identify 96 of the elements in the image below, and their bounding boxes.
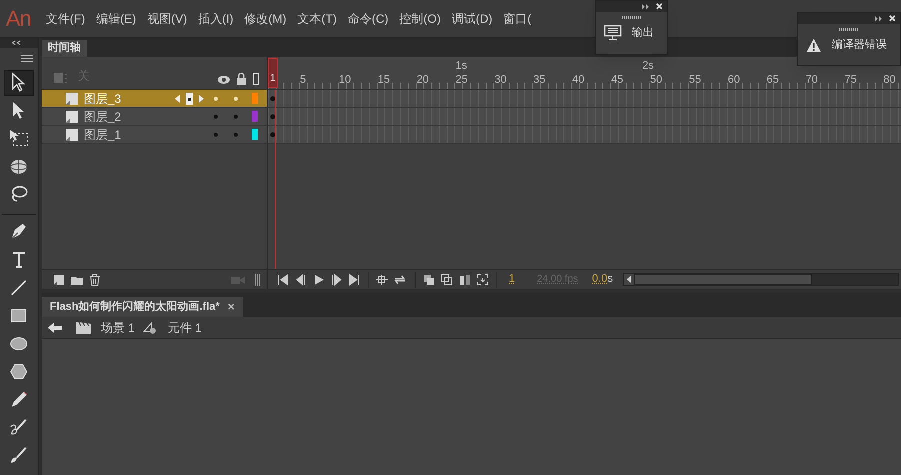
center-frame-icon[interactable] — [376, 274, 388, 286]
frame-number: 35 — [534, 73, 546, 88]
collapse-icon[interactable] — [0, 38, 38, 48]
panel-title[interactable]: 输出 — [632, 25, 654, 42]
frame-number: 30 — [494, 73, 507, 88]
frame-number: 80 — [884, 73, 896, 88]
loop-icon[interactable] — [394, 274, 408, 286]
frame-number: 20 — [416, 73, 430, 88]
lock-icon[interactable] — [236, 73, 247, 85]
layer-color-swatch[interactable] — [252, 93, 258, 104]
play-icon[interactable] — [313, 274, 325, 286]
seconds-label: 2s — [642, 59, 654, 74]
frame-number: 5 — [300, 73, 306, 88]
scroll-thumb[interactable] — [634, 274, 812, 285]
frame-number: 65 — [766, 73, 780, 88]
frame-number: 10 — [339, 73, 352, 88]
clapperboard-icon — [76, 320, 91, 334]
keyframe-icon[interactable] — [270, 132, 276, 138]
layer-icon — [66, 110, 78, 122]
layer-row[interactable]: 图层_1 — [42, 126, 267, 144]
new-layer-icon[interactable] — [53, 274, 65, 286]
visibility-dot-icon[interactable] — [214, 96, 218, 100]
keyframe-icon[interactable] — [270, 96, 276, 102]
frame-number: 50 — [650, 73, 662, 88]
close-icon[interactable] — [656, 3, 663, 10]
document-title: Flash如何制作闪耀的太阳动画.fla* — [50, 300, 220, 315]
tool-button[interactable] — [4, 70, 34, 96]
visibility-dot-icon[interactable] — [214, 114, 218, 118]
frame-number: 45 — [611, 73, 624, 88]
lock-dot-icon[interactable] — [234, 114, 238, 118]
menu-item[interactable]: 窗口( — [504, 10, 532, 28]
breadcrumb-item[interactable]: 场景 1 — [101, 318, 136, 336]
breadcrumb-item[interactable]: 元件 1 — [168, 318, 202, 336]
step-back-icon[interactable] — [295, 274, 307, 286]
onion-skin-icon[interactable] — [423, 274, 435, 286]
menu-item[interactable]: 文件(F) — [46, 10, 86, 28]
app-logo: An — [6, 5, 32, 33]
layer-row[interactable]: 图层_3 — [42, 90, 267, 108]
frame-number: 60 — [728, 73, 740, 88]
frame-number: 25 — [456, 73, 468, 88]
playhead-marker[interactable]: 1 — [268, 58, 278, 88]
document-tab[interactable]: Flash如何制作闪耀的太阳动画.fla* × — [42, 297, 243, 317]
keyframe-icon[interactable] — [270, 114, 276, 120]
first-frame-icon[interactable] — [277, 274, 289, 286]
layer-row[interactable]: 图层_2 — [42, 108, 267, 126]
layer-icon — [54, 73, 68, 85]
menu-item[interactable]: 文本(T) — [298, 10, 337, 28]
outline-icon[interactable] — [253, 73, 259, 85]
keyframe-nav-icon[interactable] — [174, 92, 206, 104]
step-forward-icon[interactable] — [331, 274, 343, 286]
back-arrow-icon[interactable] — [48, 322, 62, 334]
menu-item[interactable]: 插入(I) — [198, 10, 234, 28]
expand-icon[interactable] — [875, 16, 883, 22]
layer-icon — [66, 128, 78, 140]
scrollbar[interactable] — [623, 273, 899, 286]
panel-menu-icon[interactable] — [20, 54, 34, 64]
onion-range-icon[interactable] — [477, 274, 489, 286]
menu-item[interactable]: 修改(M) — [244, 10, 287, 28]
lock-dot-icon[interactable] — [234, 96, 238, 100]
scroll-left-icon[interactable] — [624, 274, 634, 285]
layer-name: 图层_2 — [84, 108, 122, 126]
panel-tab[interactable]: 时间轴 — [42, 40, 87, 57]
onion-outline-icon[interactable] — [441, 274, 453, 286]
frame-number: 70 — [806, 73, 818, 88]
current-frame[interactable]: 1 — [509, 271, 516, 288]
panel-title[interactable]: 编译器错误 — [832, 37, 887, 54]
trash-icon[interactable] — [89, 274, 101, 286]
symbol-icon — [143, 320, 158, 334]
layer-name: 图层_3 — [84, 90, 122, 108]
visibility-dot-icon[interactable] — [214, 132, 218, 136]
menu-item[interactable]: 编辑(E) — [96, 10, 136, 28]
edit-frames-icon[interactable] — [459, 274, 471, 286]
menu-item[interactable]: 控制(O) — [400, 10, 441, 28]
frame-number: 75 — [844, 73, 857, 88]
layer-color-swatch[interactable] — [252, 111, 258, 122]
layer-icon — [66, 92, 78, 104]
drag-handle-icon[interactable] — [255, 274, 261, 286]
frame-number: 55 — [689, 73, 702, 88]
lock-dot-icon[interactable] — [234, 132, 238, 136]
eye-icon[interactable] — [217, 75, 231, 85]
last-frame-icon[interactable] — [349, 274, 361, 286]
menu-item[interactable]: 调试(D) — [452, 10, 493, 28]
warning-icon — [806, 38, 822, 53]
time-unit: s — [608, 272, 614, 288]
expand-icon[interactable] — [642, 4, 650, 10]
monitor-icon — [604, 25, 622, 42]
elapsed-time[interactable]: 0.0 — [592, 271, 608, 288]
frame-number: 40 — [572, 73, 585, 88]
close-tab-button[interactable]: × — [228, 298, 235, 316]
layer-name: 图层_1 — [84, 126, 122, 144]
menu-item[interactable]: 命令(C) — [348, 10, 389, 28]
frame-number: 15 — [378, 73, 390, 88]
close-icon[interactable] — [889, 15, 896, 22]
menu-item[interactable]: 视图(V) — [147, 10, 188, 28]
seconds-label: 1s — [456, 59, 468, 74]
layer-color-swatch[interactable] — [252, 129, 258, 140]
